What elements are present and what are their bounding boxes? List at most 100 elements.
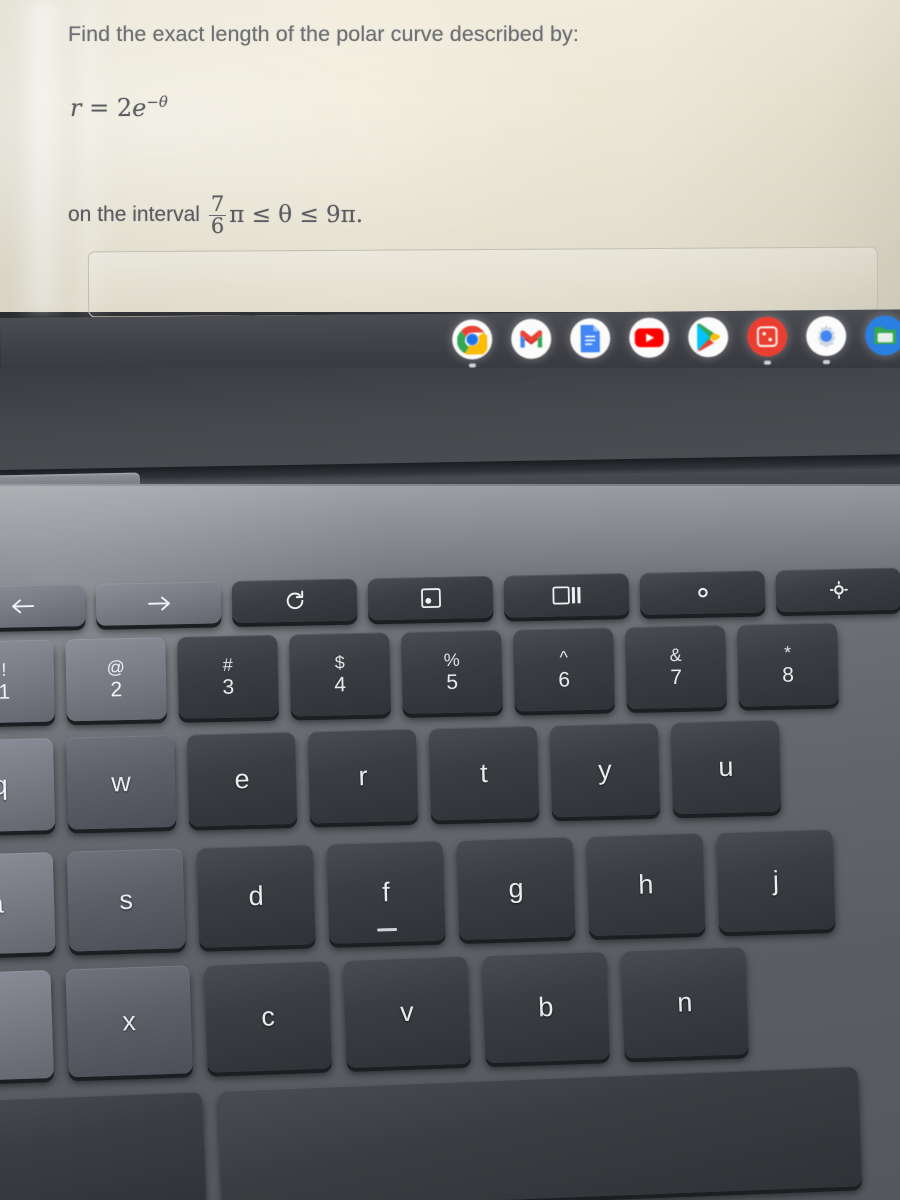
shelf-icon-list — [452, 315, 900, 368]
key-1[interactable]: ! 1 — [0, 639, 55, 724]
key-j-label: j — [772, 865, 780, 896]
capture-running-indicator — [763, 360, 771, 365]
key-space[interactable] — [217, 1066, 862, 1200]
keyboard: ! 1 @ 2 # 3 $ 4 % 5 ^ 6 & 7 * 8 q w e r … — [0, 484, 900, 1200]
key-fullscreen[interactable] — [367, 575, 494, 621]
overview-windows-icon — [551, 586, 581, 605]
key-h-label: h — [637, 868, 654, 900]
equation-lhs: r — [70, 94, 82, 122]
key-g[interactable]: g — [456, 836, 576, 941]
files-icon[interactable] — [865, 315, 900, 356]
key-f[interactable]: f — [326, 840, 446, 944]
key-6-label: 6 — [558, 668, 571, 692]
equation-polar-curve: r = 2e−θ — [70, 93, 168, 122]
key-r-label: r — [358, 760, 368, 791]
key-y-label: y — [597, 754, 613, 785]
key-8-shift-label: * — [783, 642, 792, 663]
home-row-bump — [377, 927, 398, 932]
answer-input-field[interactable] — [87, 246, 879, 318]
key-3-shift-label: # — [222, 654, 233, 675]
keyboard-home-row: a s d f g h j — [0, 828, 849, 956]
interval-statement: on the interval 7 6 π ≤ θ ≤ 9π. — [68, 193, 363, 237]
key-r[interactable]: r — [307, 728, 419, 824]
screen-glare — [16, 0, 72, 312]
key-x[interactable]: x — [65, 965, 193, 1078]
gmail-icon[interactable] — [511, 318, 552, 360]
key-v[interactable]: v — [343, 955, 471, 1068]
key-alt[interactable]: alt — [0, 1091, 207, 1200]
key-8-label: 8 — [782, 663, 795, 687]
key-back[interactable] — [0, 584, 86, 629]
refresh-icon — [283, 590, 305, 612]
key-g-label: g — [507, 872, 524, 904]
key-n[interactable]: n — [621, 946, 749, 1059]
key-c[interactable]: c — [204, 960, 332, 1073]
key-x-label: x — [121, 1005, 137, 1037]
keyboard-qwerty-row: q w e r t y u — [0, 719, 794, 833]
key-n-label: n — [676, 986, 693, 1018]
key-y[interactable]: y — [549, 722, 661, 818]
key-q-label: q — [0, 769, 8, 801]
play-store-icon[interactable] — [688, 317, 729, 358]
key-2-label: 2 — [110, 678, 123, 702]
key-u[interactable]: u — [670, 719, 782, 815]
key-7-label: 7 — [670, 665, 683, 690]
key-b[interactable]: b — [482, 951, 610, 1064]
key-h[interactable]: h — [586, 832, 706, 937]
laptop-screen: Find the exact length of the polar curve… — [0, 0, 900, 318]
key-t-label: t — [479, 757, 489, 788]
equation-equals: = — [89, 94, 110, 122]
key-5-label: 5 — [446, 670, 459, 695]
key-2[interactable]: @ 2 — [65, 637, 167, 722]
youtube-icon[interactable] — [629, 317, 670, 358]
key-v-label: v — [399, 996, 415, 1027]
key-a[interactable]: a — [0, 852, 56, 956]
forward-arrow-icon — [145, 595, 171, 612]
key-e[interactable]: e — [186, 731, 298, 827]
screen-capture-icon[interactable] — [747, 316, 788, 365]
key-z[interactable]: z — [0, 970, 55, 1083]
key-8[interactable]: * 8 — [737, 622, 839, 707]
key-q[interactable]: q — [0, 737, 56, 833]
key-6[interactable]: ^ 6 — [513, 627, 615, 712]
key-d[interactable]: d — [196, 844, 316, 948]
key-brightness-up[interactable] — [775, 567, 900, 613]
key-w[interactable]: w — [65, 734, 177, 830]
equation-coefficient: 2 — [116, 94, 133, 122]
key-4-label: 4 — [334, 673, 347, 697]
key-5-shift-label: % — [443, 649, 460, 671]
chrome-running-indicator — [468, 363, 476, 368]
settings-gear-icon[interactable] — [806, 315, 847, 365]
key-overview[interactable] — [503, 573, 630, 618]
key-6-shift-label: ^ — [559, 647, 569, 668]
brightness-icon — [829, 580, 848, 599]
key-5[interactable]: % 5 — [401, 629, 503, 714]
interval-lead-text: on the interval — [68, 202, 200, 226]
brightness-icon — [694, 584, 710, 600]
key-t[interactable]: t — [428, 725, 540, 821]
key-a-label: a — [0, 888, 5, 919]
interval-inequality: π ≤ θ ≤ 9π. — [229, 201, 364, 228]
chrome-icon[interactable] — [452, 319, 493, 368]
key-b-label: b — [537, 991, 554, 1022]
key-2-shift-label: @ — [106, 657, 126, 678]
key-4[interactable]: $ 4 — [289, 632, 391, 717]
key-e-label: e — [234, 763, 250, 794]
key-forward[interactable] — [95, 581, 222, 626]
key-refresh[interactable] — [231, 578, 358, 624]
key-u-label: u — [717, 751, 734, 782]
key-j[interactable]: j — [716, 828, 836, 933]
settings-running-indicator — [822, 360, 830, 365]
key-7[interactable]: & 7 — [625, 624, 727, 710]
google-docs-icon[interactable] — [570, 318, 611, 359]
fraction-numerator: 7 — [210, 192, 225, 216]
back-arrow-icon — [9, 598, 35, 615]
key-brightness-down[interactable] — [639, 570, 766, 615]
page-title: Find the exact length of the polar curve… — [68, 22, 579, 46]
fraction-seven-sixths: 7 6 — [208, 192, 227, 239]
key-s[interactable]: s — [66, 848, 186, 952]
fraction-denominator: 6 — [208, 214, 227, 239]
key-d-label: d — [248, 880, 265, 911]
key-c-label: c — [260, 1000, 276, 1032]
key-3[interactable]: # 3 — [177, 634, 279, 719]
